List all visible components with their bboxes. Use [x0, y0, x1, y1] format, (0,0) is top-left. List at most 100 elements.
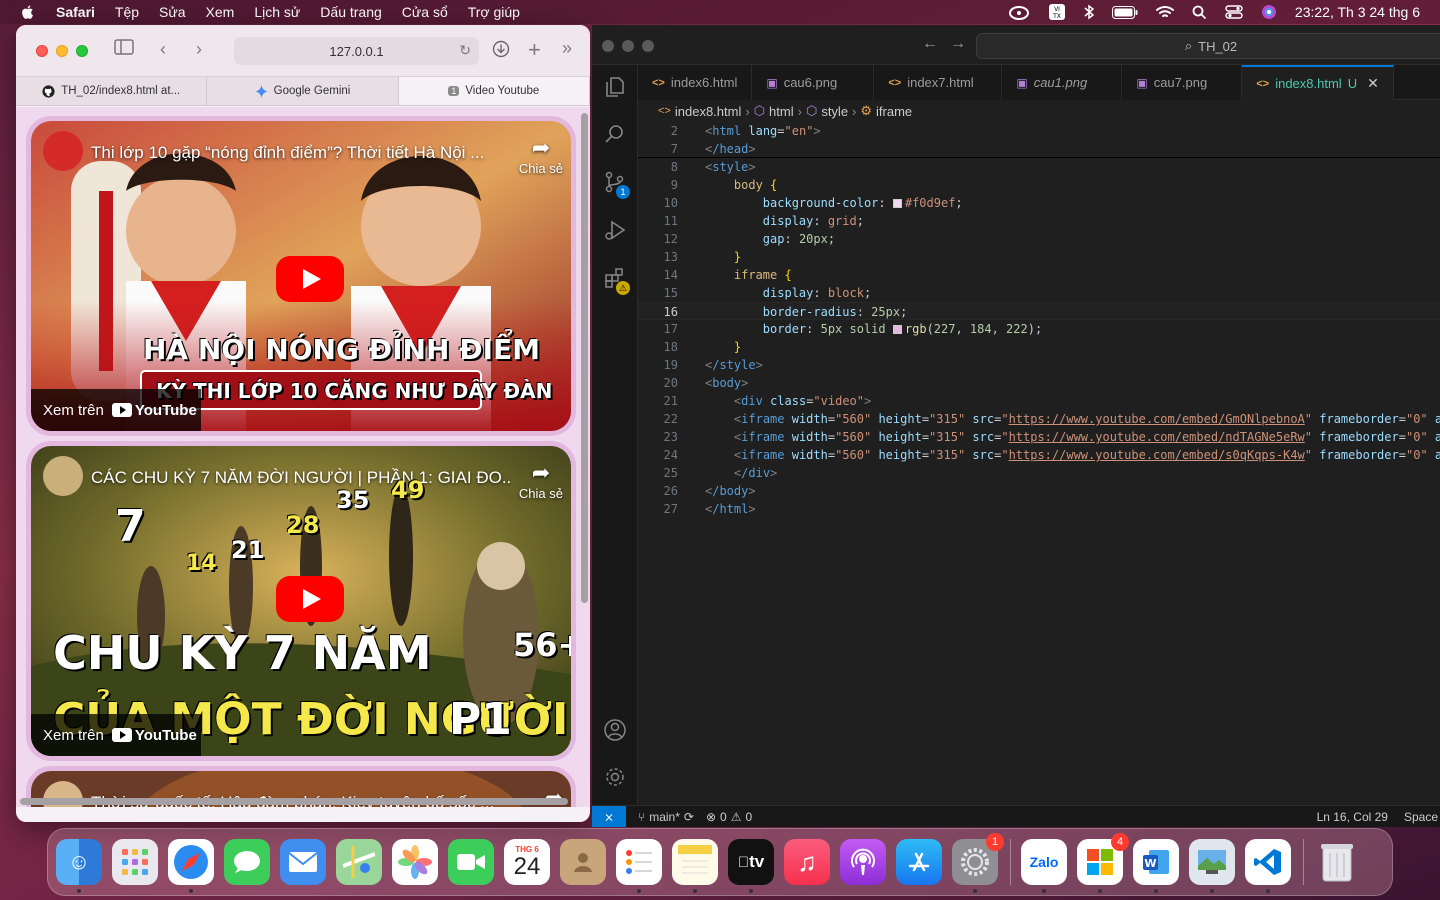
- code-line: 8 <style>: [670, 160, 756, 174]
- finder-icon[interactable]: ☺: [56, 839, 102, 893]
- close-window-button[interactable]: [36, 44, 48, 57]
- calendar-icon[interactable]: THG 6 24: [504, 839, 550, 885]
- forward-arrow-icon[interactable]: ›: [196, 39, 202, 60]
- youtube-embed-2[interactable]: CÁC CHU KỲ 7 NĂM ĐỜI NGƯỜI | PHẦN 1: GIA…: [26, 441, 576, 761]
- video-1-share-button[interactable]: ➦ Chia sẻ: [519, 135, 563, 176]
- breadcrumb-file[interactable]: index8.html: [675, 104, 741, 119]
- menu-bookmarks[interactable]: Dấu trang: [320, 4, 381, 20]
- page-horizontal-scrollbar[interactable]: [20, 798, 568, 805]
- apple-tv-label: tv: [743, 852, 764, 871]
- editor-tab-cau6[interactable]: ▣ cau6.png: [752, 65, 875, 100]
- siri-icon[interactable]: [1261, 4, 1277, 20]
- video-2-share-button[interactable]: ➦ Chia sẻ: [519, 460, 563, 501]
- bluetooth-icon[interactable]: [1084, 4, 1094, 20]
- spotlight-search-icon[interactable]: [1192, 5, 1207, 20]
- video-2-play-button[interactable]: [276, 576, 344, 622]
- menu-file[interactable]: Tệp: [115, 4, 139, 20]
- page-vertical-scrollbar[interactable]: [581, 113, 588, 603]
- apple-tv-icon[interactable]: tv: [728, 839, 774, 893]
- minimize-window-button[interactable]: [56, 44, 68, 57]
- color-swatch[interactable]: [892, 199, 902, 208]
- indentation-status[interactable]: Space: [1404, 810, 1438, 824]
- editor-tab-cau1[interactable]: ▣ cau1.png: [1002, 65, 1123, 100]
- explorer-files-icon[interactable]: [603, 75, 627, 99]
- microsoft-word-icon[interactable]: W: [1133, 839, 1179, 893]
- minimize-window-button[interactable]: [622, 40, 634, 52]
- safari-compass-icon[interactable]: [168, 839, 214, 893]
- accounts-icon[interactable]: [603, 718, 627, 742]
- sidebar-toggle-icon[interactable]: [114, 39, 134, 60]
- reload-icon[interactable]: ↻: [459, 42, 471, 59]
- git-branch-status[interactable]: ⑂ main* ⟳: [638, 810, 694, 824]
- tab-overview-chevron-icon[interactable]: »: [562, 38, 572, 59]
- settings-gear-icon[interactable]: [603, 765, 627, 789]
- search-icon[interactable]: [603, 122, 627, 146]
- menu-history[interactable]: Lịch sử: [254, 4, 300, 20]
- youtube-embed-1[interactable]: Thi lớp 10 gặp “nóng đỉnh điểm”? Thời ti…: [26, 116, 576, 436]
- breadcrumb-html[interactable]: html: [769, 104, 794, 119]
- tab-gemini[interactable]: Google Gemini: [207, 77, 399, 105]
- battery-icon[interactable]: [1111, 5, 1138, 19]
- creative-cloud-icon[interactable]: [1008, 4, 1030, 20]
- cursor-position[interactable]: Ln 16, Col 29: [1317, 810, 1388, 824]
- maps-icon[interactable]: [336, 839, 382, 885]
- editor-tab-index8[interactable]: <> index8.html U ✕: [1242, 65, 1394, 100]
- navigation-arrows-icon[interactable]: ←→: [922, 35, 978, 53]
- menubar-clock[interactable]: 23:22, Th 3 24 thg 6: [1295, 4, 1420, 20]
- zalo-icon[interactable]: Zalo: [1021, 839, 1067, 893]
- vscode-window: ←→ ⌕ TH_02 1 ⚠ <> index6.html ▣ cau6.png…: [592, 25, 1440, 827]
- editor-tab-cau7[interactable]: ▣ cau7.png: [1122, 65, 1243, 100]
- problems-status[interactable]: ⊗ 0 ⚠ 0: [706, 810, 752, 824]
- preview-icon[interactable]: [1189, 839, 1235, 893]
- address-bar[interactable]: 127.0.0.1 ↻: [234, 37, 479, 65]
- podcasts-icon[interactable]: [840, 839, 886, 885]
- editor-tab-index7[interactable]: <> index7.html: [874, 65, 1003, 100]
- tab-video-youtube[interactable]: 1 Video Youtube: [398, 77, 590, 105]
- video-1-headline: HÀ NỘI NÓNG ĐỈNH ĐIỂM: [143, 333, 541, 366]
- app-store-icon[interactable]: [896, 839, 942, 885]
- fullscreen-window-button[interactable]: [642, 40, 654, 52]
- notes-icon[interactable]: [672, 839, 718, 893]
- input-method-icon[interactable]: VI TX: [1048, 3, 1066, 21]
- control-center-icon[interactable]: [1225, 5, 1243, 19]
- tab-github[interactable]: TH_02/index8.html at...: [16, 77, 208, 105]
- vscode-icon[interactable]: [1245, 839, 1291, 893]
- facetime-icon[interactable]: [448, 839, 494, 885]
- code-editor[interactable]: 2 <html lang="en"> 7 </head> 8 <style> 9 bo…: [638, 122, 1440, 805]
- trash-icon[interactable]: [1314, 839, 1360, 885]
- launchpad-icon[interactable]: [112, 839, 158, 885]
- breadcrumb-style[interactable]: style: [821, 104, 848, 119]
- close-tab-icon[interactable]: ✕: [1367, 75, 1379, 92]
- contacts-icon[interactable]: [560, 839, 606, 885]
- microsoft-office-icon[interactable]: 4: [1077, 833, 1129, 893]
- close-window-button[interactable]: [602, 40, 614, 52]
- video-2-watch-on-youtube[interactable]: Xem trên YouTube: [31, 714, 201, 756]
- video-2-title[interactable]: CÁC CHU KỲ 7 NĂM ĐỜI NGƯỜI | PHẦN 1: GIA…: [91, 468, 511, 488]
- fullscreen-window-button[interactable]: [76, 44, 88, 57]
- menu-window[interactable]: Cửa sổ: [402, 4, 448, 20]
- photos-icon[interactable]: [392, 839, 438, 885]
- breadcrumb-iframe[interactable]: iframe: [876, 104, 912, 119]
- menu-help[interactable]: Trợ giúp: [468, 4, 520, 20]
- menu-edit[interactable]: Sửa: [159, 4, 186, 20]
- video-1-watch-on-youtube[interactable]: Xem trên YouTube: [31, 389, 201, 431]
- downloads-icon[interactable]: [492, 40, 510, 63]
- color-swatch[interactable]: [892, 325, 902, 334]
- reminders-icon[interactable]: [616, 839, 662, 893]
- back-arrow-icon[interactable]: ‹: [160, 39, 166, 60]
- video-1-title[interactable]: Thi lớp 10 gặp “nóng đỉnh điểm”? Thời ti…: [91, 143, 511, 163]
- wifi-icon[interactable]: [1155, 5, 1174, 19]
- remote-indicator-icon[interactable]: ⨯: [592, 805, 626, 827]
- menu-app-name[interactable]: Safari: [56, 4, 95, 20]
- command-center-search[interactable]: ⌕ TH_02: [976, 33, 1440, 59]
- apple-logo-icon[interactable]: [20, 4, 36, 20]
- mail-icon[interactable]: [280, 839, 326, 885]
- video-1-play-button[interactable]: [276, 256, 344, 302]
- editor-tab-index6[interactable]: <> index6.html: [638, 65, 753, 100]
- menu-view[interactable]: Xem: [206, 4, 235, 20]
- system-settings-icon[interactable]: 1: [952, 833, 1004, 893]
- messages-icon[interactable]: [224, 839, 270, 885]
- new-tab-icon[interactable]: +: [528, 37, 541, 63]
- music-icon[interactable]: ♫: [784, 839, 830, 885]
- run-and-debug-icon[interactable]: [603, 218, 627, 242]
